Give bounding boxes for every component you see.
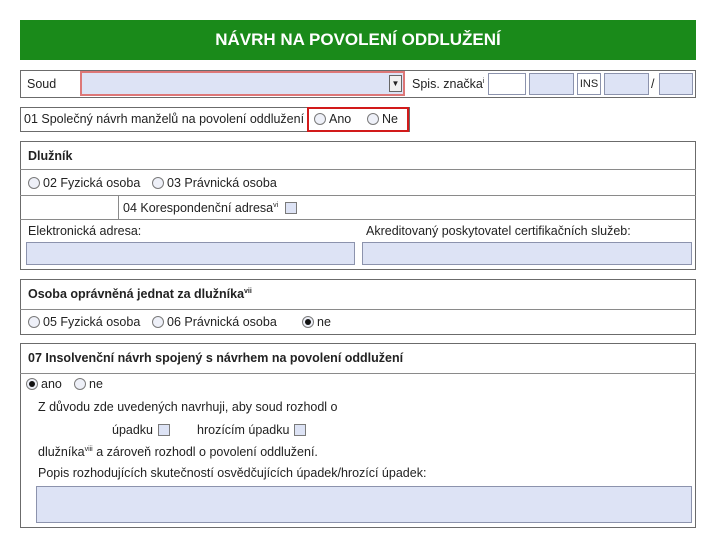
file-mark-field-1[interactable] bbox=[488, 73, 526, 95]
bankruptcy-checkbox[interactable] bbox=[158, 424, 170, 436]
form-title: NÁVRH NA POVOLENÍ ODDLUŽENÍ bbox=[20, 20, 696, 60]
debtor-legal-option[interactable]: 03 Právnická osoba bbox=[152, 176, 277, 190]
rep-natural-option[interactable]: 05 Fyzická osoba bbox=[28, 315, 140, 329]
rep-none-label: ne bbox=[317, 315, 331, 329]
divider bbox=[20, 373, 696, 374]
insolvency-yes-label: ano bbox=[41, 377, 62, 391]
debtor-natural-option[interactable]: 02 Fyzická osoba bbox=[28, 176, 140, 190]
imminent-checkbox[interactable] bbox=[294, 424, 306, 436]
joint-no-option[interactable]: Ne bbox=[367, 112, 398, 126]
line3-a: dlužníka bbox=[38, 445, 85, 459]
cert-provider-input[interactable] bbox=[362, 242, 692, 265]
radio-checked-icon[interactable] bbox=[26, 378, 38, 390]
file-mark-field-4[interactable] bbox=[659, 73, 693, 95]
radio-icon[interactable] bbox=[152, 177, 164, 189]
rep-none-option[interactable]: ne bbox=[302, 315, 331, 329]
divider bbox=[20, 169, 696, 170]
joint-yes-option[interactable]: Ano bbox=[314, 112, 351, 126]
radio-icon[interactable] bbox=[314, 113, 326, 125]
representative-heading: Osoba oprávněná jednat za dlužníkavii bbox=[28, 287, 252, 301]
insolvency-no-option[interactable]: ne bbox=[74, 377, 103, 391]
description-input[interactable] bbox=[36, 486, 692, 523]
insolvency-yes-option[interactable]: ano bbox=[26, 377, 62, 391]
correspondence-label: 04 Korespondenční adresavi bbox=[123, 201, 278, 215]
cert-provider-label: Akreditovaný poskytovatel certifikačních… bbox=[366, 224, 631, 238]
insolvency-no-label: ne bbox=[89, 377, 103, 391]
line3-sup: viii bbox=[84, 445, 93, 453]
bankruptcy-label: úpadku bbox=[112, 423, 154, 437]
debtor-legal-label: 03 Právnická osoba bbox=[167, 176, 277, 190]
radio-icon[interactable] bbox=[152, 316, 164, 328]
file-mark-label: Spis. značkai bbox=[412, 77, 484, 91]
radio-icon[interactable] bbox=[367, 113, 379, 125]
description-label: Popis rozhodujících skutečností osvědčuj… bbox=[38, 466, 427, 480]
slash: / bbox=[651, 77, 655, 91]
joint-yes-label: Ano bbox=[329, 112, 352, 126]
file-mark-field-3[interactable] bbox=[604, 73, 649, 95]
email-input[interactable] bbox=[26, 242, 355, 265]
correspondence-checkbox[interactable] bbox=[285, 202, 297, 214]
radio-icon[interactable] bbox=[28, 177, 40, 189]
correspondence-text: 04 Korespondenční adresa bbox=[123, 201, 274, 215]
court-label: Soud bbox=[27, 77, 57, 91]
file-mark-sup: i bbox=[482, 77, 485, 85]
insolvency-heading: 07 Insolvenční návrh spojený s návrhem n… bbox=[28, 351, 404, 365]
debtor-heading: Dlužník bbox=[28, 149, 73, 163]
divider bbox=[20, 309, 696, 310]
rep-natural-label: 05 Fyzická osoba bbox=[43, 315, 141, 329]
rep-legal-label: 06 Právnická osoba bbox=[167, 315, 277, 329]
joint-no-label: Ne bbox=[382, 112, 398, 126]
radio-icon[interactable] bbox=[74, 378, 86, 390]
debtor-natural-label: 02 Fyzická osoba bbox=[43, 176, 141, 190]
joint-filing-label: 01 Společný návrh manželů na povolení od… bbox=[24, 112, 305, 126]
correspondence-sup: vi bbox=[273, 201, 279, 209]
imminent-label: hrozícím úpadku bbox=[197, 423, 290, 437]
email-label: Elektronická adresa: bbox=[28, 224, 142, 238]
divider bbox=[20, 219, 696, 220]
chevron-down-icon[interactable]: ▼ bbox=[389, 75, 402, 92]
insolvency-line3: dlužníkaviii a zároveň rozhodl o povolen… bbox=[38, 445, 318, 459]
rep-legal-option[interactable]: 06 Právnická osoba bbox=[152, 315, 277, 329]
court-select[interactable] bbox=[80, 71, 405, 96]
radio-checked-icon[interactable] bbox=[302, 316, 314, 328]
insolvency-request-text: Z důvodu zde uvedených navrhuji, aby sou… bbox=[38, 400, 338, 414]
ins-label: INS bbox=[577, 73, 601, 95]
radio-icon[interactable] bbox=[28, 316, 40, 328]
line3-b: a zároveň rozhodl o povolení oddlužení. bbox=[92, 445, 318, 459]
file-mark-field-2[interactable] bbox=[529, 73, 574, 95]
representative-heading-sup: vii bbox=[244, 287, 252, 295]
divider bbox=[118, 195, 119, 219]
file-mark-text: Spis. značka bbox=[412, 77, 483, 91]
representative-heading-text: Osoba oprávněná jednat za dlužníka bbox=[28, 287, 245, 301]
divider bbox=[20, 195, 696, 196]
